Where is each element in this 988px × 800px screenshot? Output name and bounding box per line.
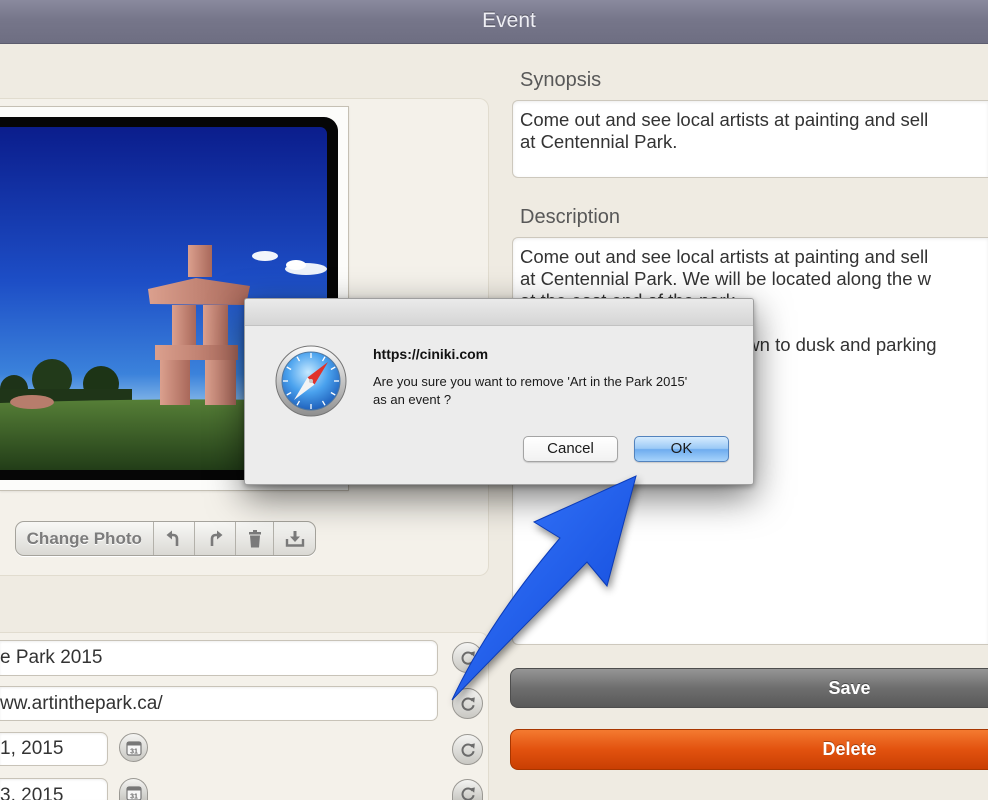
dialog-message-line: as an event ? [373, 392, 452, 407]
safari-compass-icon [275, 345, 347, 417]
reset-icon [461, 650, 475, 665]
download-icon [285, 530, 304, 547]
start-date-reset-button[interactable] [452, 734, 483, 765]
reset-icon [461, 742, 475, 757]
calendar-icon: 31 [126, 786, 142, 800]
name-reset-button[interactable] [452, 642, 483, 673]
delete-button[interactable]: Delete [510, 729, 988, 770]
calendar-glyph: 31 [130, 748, 138, 755]
trash-icon [248, 529, 261, 547]
dialog-message-line: Are you sure you want to remove 'Art in … [373, 374, 688, 389]
description-line: at Centennial Park. We will be located a… [520, 268, 932, 289]
start-date-field[interactable]: 1, 2015 [0, 732, 108, 766]
download-photo-button[interactable] [273, 522, 315, 555]
reset-icon [461, 787, 475, 800]
rotate-left-button[interactable] [152, 522, 195, 555]
url-field[interactable]: ww.artinthepark.ca/ [0, 686, 438, 721]
delete-photo-button[interactable] [235, 522, 273, 555]
dialog-title-strip [245, 299, 753, 326]
end-date-field[interactable]: 3, 2015 [0, 778, 108, 800]
title-bar: Event [0, 0, 988, 44]
rotate-right-icon [211, 530, 223, 546]
ok-button[interactable]: OK [634, 436, 729, 462]
window-title: Event [482, 9, 536, 32]
rotate-right-button[interactable] [194, 522, 235, 555]
event-form: e Park 2015 ww.artinthepark.ca/ 1, 2015 … [0, 632, 490, 800]
change-photo-button[interactable]: Change Photo [16, 522, 153, 555]
url-reset-button[interactable] [452, 688, 483, 719]
dialog-origin: https://ciniki.com [373, 346, 489, 362]
synopsis-line: Come out and see local artists at painti… [520, 109, 929, 130]
name-field[interactable]: e Park 2015 [0, 640, 438, 676]
calendar-icon: 31 [125, 740, 142, 756]
save-button[interactable]: Save [510, 668, 988, 708]
start-date-calendar-button[interactable]: 31 [119, 733, 148, 762]
dialog-message: Are you sure you want to remove 'Art in … [373, 373, 687, 409]
description-line: Come out and see local artists at painti… [520, 246, 929, 267]
calendar-glyph: 31 [130, 794, 138, 800]
rotate-left-icon [166, 530, 179, 546]
photo-toolbar: Change Photo [15, 521, 316, 556]
confirm-dialog: https://ciniki.com Are you sure you want… [244, 298, 754, 485]
synopsis-line: at Centennial Park. [520, 131, 678, 152]
synopsis-textarea[interactable]: Come out and see local artists at painti… [512, 100, 988, 178]
synopsis-label: Synopsis [520, 69, 602, 91]
reset-icon [461, 696, 475, 711]
description-label: Description [520, 206, 621, 228]
end-date-calendar-button[interactable]: 31 [119, 778, 148, 800]
cancel-button[interactable]: Cancel [523, 436, 618, 462]
